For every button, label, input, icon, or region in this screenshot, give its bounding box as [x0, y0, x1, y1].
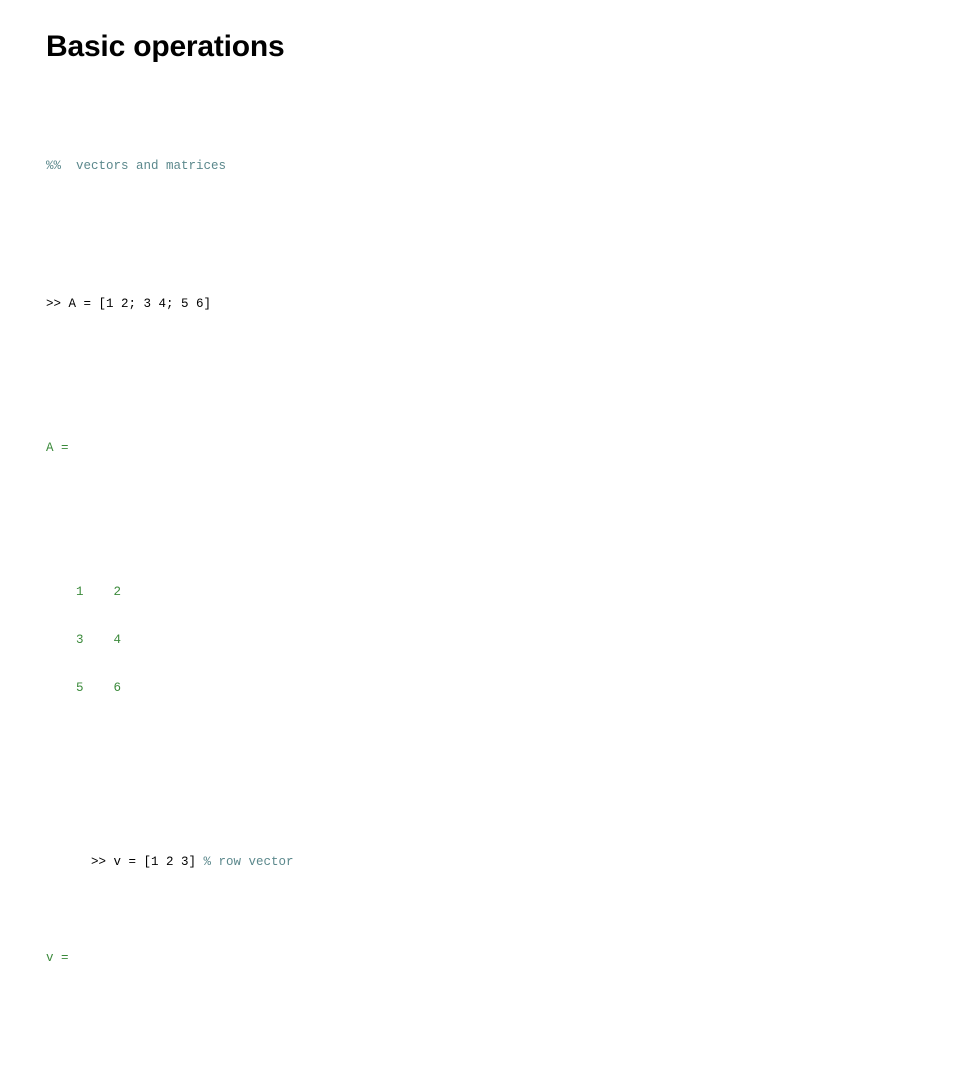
slide: Basic operations %% vectors and matrices… [0, 0, 960, 965]
console-result-label-row-vector: v = [46, 951, 69, 965]
matrix-row: 5 6 [46, 681, 122, 695]
console-result-label-matrix: A = [46, 441, 69, 455]
page-title: Basic operations [46, 30, 285, 63]
console-spacer [46, 1014, 646, 1030]
console-spacer [46, 360, 646, 376]
console-spacer [46, 504, 646, 520]
console-command-row-vector: >> v = [1 2 3] % row vector [46, 838, 646, 886]
console-spacer [46, 744, 646, 774]
matrix-row: 3 4 [46, 633, 122, 647]
matrix-row: 1 2 [46, 585, 122, 599]
console-output-block: %% vectors and matrices >> A = [1 2; 3 4… [46, 94, 646, 1080]
console-command-comment: % row vector [203, 855, 294, 869]
console-section-comment: %% vectors and matrices [46, 159, 227, 173]
console-spacer [46, 222, 646, 232]
console-command-matrix: >> A = [1 2; 3 4; 5 6] [46, 297, 212, 311]
console-command-code: >> v = [1 2 3] [91, 855, 204, 869]
